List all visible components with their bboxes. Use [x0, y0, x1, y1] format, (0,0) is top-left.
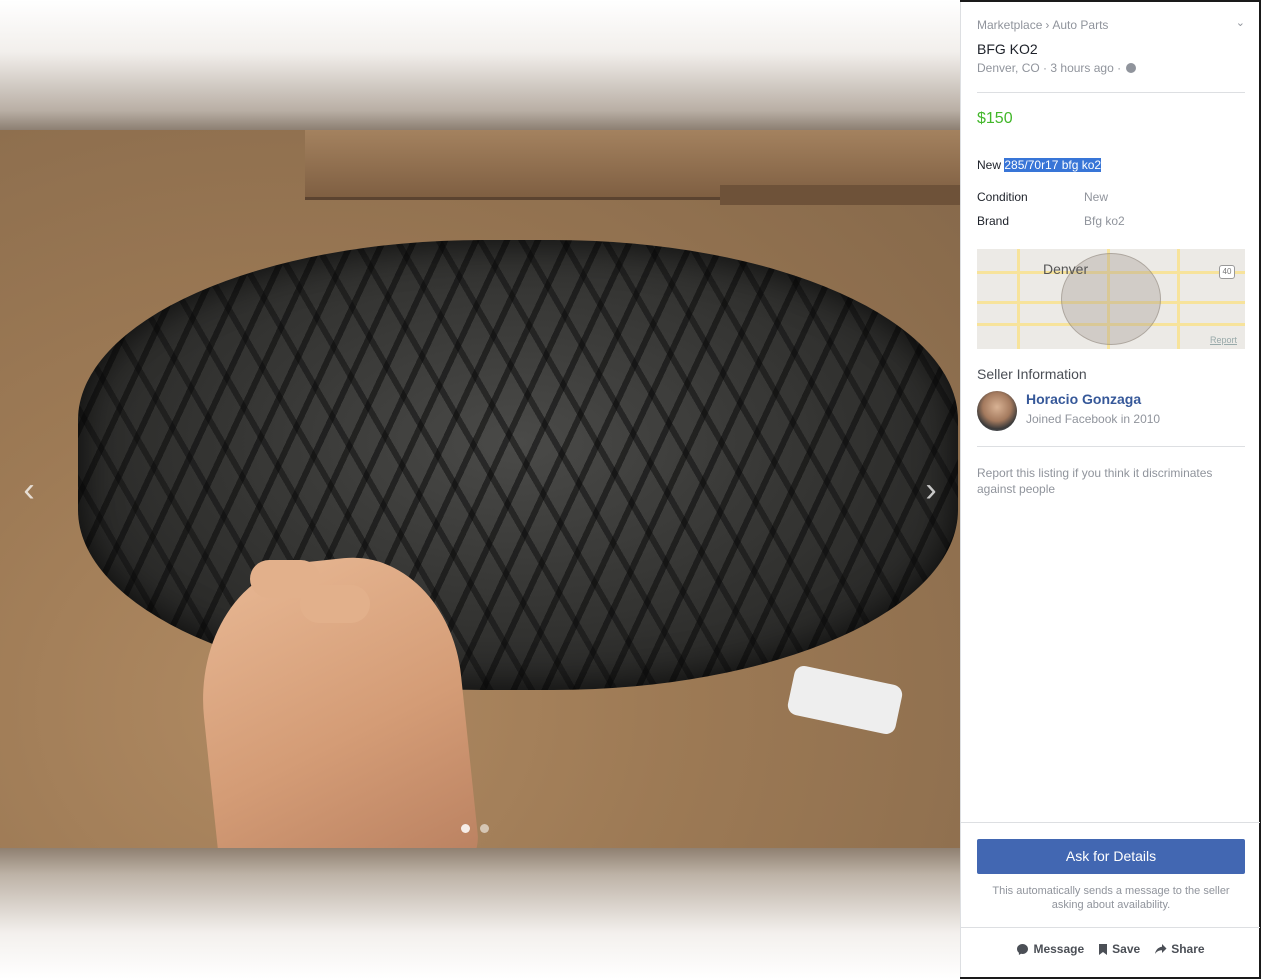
photo-blur-background-bottom [0, 848, 960, 979]
map-road [1177, 249, 1180, 349]
highway-shield-icon: 40 [1219, 265, 1235, 279]
avatar[interactable] [977, 391, 1017, 431]
meta-dot: · [1117, 61, 1122, 75]
photo-viewer: ‹ › [0, 0, 960, 979]
seller-name-link[interactable]: Horacio Gonzaga [1026, 391, 1141, 407]
bookmark-icon [1099, 943, 1108, 955]
photo-finger [300, 585, 370, 623]
share-arrow-icon [1155, 944, 1167, 954]
share-button[interactable]: Share [1154, 942, 1205, 956]
message-bubble-icon [1017, 943, 1029, 955]
globe-icon [1126, 63, 1137, 73]
attribute-value: Bfg ko2 [1084, 214, 1125, 228]
listing-title: BFG KO2 [977, 41, 1038, 57]
message-button[interactable]: Message [1016, 942, 1084, 956]
photo-tire [78, 240, 958, 690]
marketplace-listing-modal: ‹ › Marketplace › Auto Parts ⌄ BFG KO2 Den… [0, 0, 1261, 979]
auto-message-note: This automatically sends a message to th… [992, 885, 1230, 911]
listing-details-panel: Marketplace › Auto Parts ⌄ BFG KO2 Denver,… [960, 2, 1260, 977]
attribute-value: New [1084, 190, 1109, 204]
photo-dot-1[interactable] [461, 824, 470, 833]
map-road [1017, 249, 1020, 349]
previous-photo-icon[interactable]: ‹ [14, 470, 44, 510]
message-label: Message [1033, 942, 1085, 956]
photo-wooden-board-edge [720, 185, 960, 205]
attribute-key: Condition [977, 190, 1028, 204]
breadcrumb-separator: › [1045, 18, 1050, 32]
description-selected-text: 285/70r17 bfg ko2 [1004, 158, 1102, 172]
ask-for-details-button[interactable]: Ask for Details [977, 839, 1245, 874]
listing-location: Denver, CO [977, 61, 1040, 75]
save-label: Save [1112, 942, 1141, 956]
description-prefix: New [977, 158, 1002, 172]
location-map[interactable]: Denver 40 Report [977, 249, 1245, 349]
share-label: Share [1171, 942, 1205, 956]
divider [977, 92, 1245, 93]
attribute-key: Brand [977, 214, 1010, 228]
listing-time: 3 hours ago [1050, 61, 1114, 75]
save-button[interactable]: Save [1098, 942, 1140, 956]
breadcrumb-marketplace[interactable]: Marketplace [977, 18, 1042, 32]
listing-description: New 285/70r17 bfg ko2 [977, 158, 1245, 172]
next-photo-icon[interactable]: › [916, 470, 946, 510]
report-listing-link[interactable]: Report this listing if you think it disc… [977, 465, 1245, 497]
divider [977, 446, 1245, 447]
map-report-link[interactable]: Report [1210, 335, 1237, 345]
divider [961, 822, 1260, 823]
meta-dot: · [1043, 61, 1048, 75]
photo-glove [786, 664, 904, 736]
listing-photo [0, 130, 960, 848]
breadcrumb-auto-parts[interactable]: Auto Parts [1052, 18, 1108, 32]
photo-pagination [461, 824, 489, 833]
listing-price: $150 [977, 110, 1013, 127]
seller-joined: Joined Facebook in 2010 [1026, 412, 1161, 426]
action-bar: Message Save Share [961, 942, 1260, 956]
divider [961, 927, 1260, 928]
photo-blur-background-top [0, 0, 960, 130]
listing-meta: Denver, CO · 3 hours ago · [977, 61, 1245, 75]
breadcrumb: Marketplace › Auto Parts [977, 18, 1245, 32]
chevron-down-icon[interactable]: ⌄ [1236, 16, 1245, 29]
photo-dot-2[interactable] [480, 824, 489, 833]
seller-information-heading: Seller Information [977, 366, 1087, 382]
map-city-label: Denver [1043, 261, 1089, 277]
